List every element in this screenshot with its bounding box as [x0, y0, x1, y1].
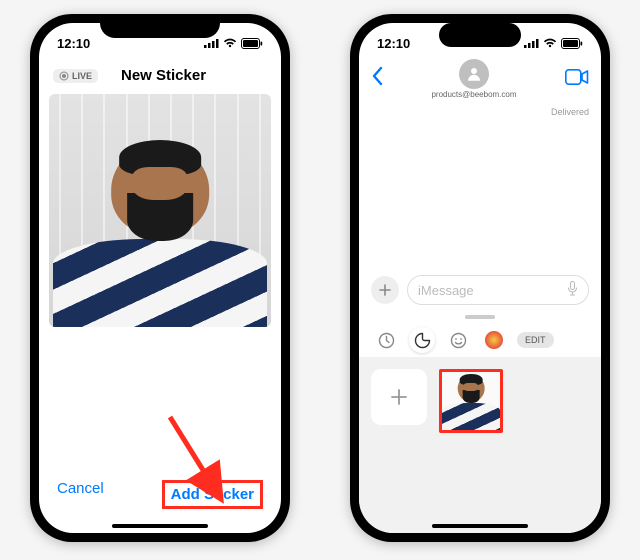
recents-tab[interactable]	[373, 327, 399, 353]
screen-left: 12:10 LIVE New Sticker	[39, 23, 281, 533]
status-indicators	[204, 38, 263, 49]
back-button[interactable]	[371, 66, 383, 92]
home-indicator[interactable]	[112, 524, 208, 528]
contact-name: products@beebom.com	[431, 90, 516, 99]
dictation-button[interactable]	[567, 281, 578, 299]
emoji-tab[interactable]	[445, 327, 471, 353]
battery-icon	[241, 38, 263, 49]
sticker-pack-icon	[485, 331, 503, 349]
facetime-button[interactable]	[565, 69, 589, 90]
person-icon	[465, 65, 483, 83]
contact-info[interactable]: products@beebom.com	[431, 59, 516, 99]
plus-icon	[379, 284, 391, 296]
action-bar: Cancel Add Sticker	[39, 466, 281, 533]
screen-right: 12:10 products@beebom.com	[359, 23, 601, 533]
status-time: 12:10	[57, 36, 90, 51]
facetime-icon	[565, 69, 589, 85]
delivered-label: Delivered	[551, 107, 589, 117]
sticker-editor-header: LIVE New Sticker	[39, 59, 281, 94]
live-badge: LIVE	[53, 69, 98, 83]
mic-icon	[567, 281, 578, 296]
sticker-thumbnail[interactable]	[439, 369, 503, 433]
apps-button[interactable]	[371, 276, 399, 304]
sticker-category-strip: EDIT	[359, 323, 601, 357]
edit-button[interactable]: EDIT	[517, 332, 554, 348]
wifi-icon	[543, 38, 557, 48]
avatar	[459, 59, 489, 89]
sticker-preview[interactable]	[49, 94, 271, 327]
clock-icon	[378, 332, 395, 349]
emoji-icon	[450, 332, 467, 349]
add-sticker-button[interactable]: Add Sticker	[162, 480, 263, 509]
phone-left: 12:10 LIVE New Sticker	[30, 14, 290, 542]
wifi-icon	[223, 38, 237, 48]
sticker-panel	[359, 357, 601, 533]
sticker-peel-icon	[414, 332, 431, 349]
signal-icon	[204, 38, 219, 48]
message-input[interactable]: iMessage	[407, 275, 589, 305]
battery-icon	[561, 38, 583, 49]
sticker-preview-area	[39, 94, 281, 396]
cancel-button[interactable]: Cancel	[57, 480, 104, 509]
plus-icon	[390, 388, 408, 406]
sticker-pack-tab[interactable]	[481, 327, 507, 353]
live-icon	[59, 71, 69, 81]
dynamic-island	[439, 23, 521, 47]
signal-icon	[524, 38, 539, 48]
live-badge-label: LIVE	[72, 71, 92, 81]
notch	[100, 14, 220, 38]
status-indicators	[524, 38, 583, 49]
stickers-tab[interactable]	[409, 327, 435, 353]
drawer-grabber[interactable]	[465, 315, 495, 319]
status-time: 12:10	[377, 36, 410, 51]
phone-right: 12:10 products@beebom.com	[350, 14, 610, 542]
add-sticker-tile[interactable]	[371, 369, 427, 425]
conversation-area[interactable]: Delivered	[359, 105, 601, 269]
message-input-row: iMessage	[359, 269, 601, 311]
home-indicator[interactable]	[432, 524, 528, 528]
message-placeholder: iMessage	[418, 283, 474, 298]
page-title: New Sticker	[121, 67, 206, 84]
chevron-left-icon	[371, 66, 383, 86]
messages-header: products@beebom.com	[359, 59, 601, 105]
